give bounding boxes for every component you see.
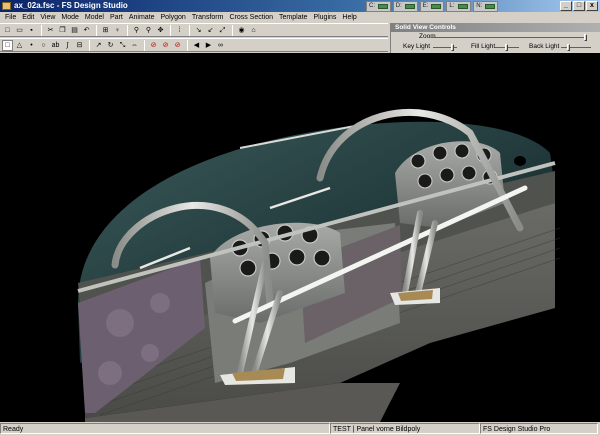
menu-file[interactable]: File [2,12,19,23]
menu-template[interactable]: Template [276,12,310,23]
home-icon[interactable]: ⌂ [248,25,259,36]
text-ab-icon[interactable]: ab [50,40,61,51]
status-edition: FS Design Studio Pro [480,423,598,434]
fuselage-render [77,108,561,422]
copy-icon[interactable]: ❐ [57,25,68,36]
solid-view-controls: Solid View Controls Zoom Key Light Fill … [390,23,600,53]
nose-opening [514,156,526,166]
back-light-label: Back Light [529,43,560,50]
menu-edit[interactable]: Edit [19,12,37,23]
menu-mode[interactable]: Mode [58,12,82,23]
point-icon[interactable]: • [26,40,37,51]
menu-polygon[interactable]: Polygon [158,12,189,23]
zoom-icon[interactable]: ⚲ [131,25,142,36]
zoom-fit-icon[interactable]: ⚲ [143,25,154,36]
status-ready: Ready [0,423,330,434]
binoculars-icon[interactable]: ∞ [215,40,226,51]
scale-icon[interactable]: ⤡ [117,40,128,51]
zoom-slider-thumb[interactable] [584,34,587,41]
title-bar[interactable]: ax_02a.fsc - FS Design Studio [0,0,600,12]
back-light-slider[interactable] [561,47,591,48]
drive-indicators: C: D: E: L: N: [366,1,498,12]
eye-icon[interactable]: ◉ [236,25,247,36]
solid-view-title: Solid View Controls [391,23,600,32]
mirror-icon[interactable]: ⇔ [129,40,140,51]
next-icon[interactable]: ▶ [203,40,214,51]
no-entry-2-icon[interactable]: ⊘ [160,40,171,51]
open-icon[interactable]: ▭ [14,25,25,36]
app-icon[interactable] [2,2,11,10]
menu-view[interactable]: View [37,12,58,23]
drive-d[interactable]: D: [392,1,418,12]
tex-rotate-icon[interactable]: ↘ [193,25,204,36]
menu-cross-section[interactable]: Cross Section [226,12,276,23]
solid-view-viewport[interactable] [0,53,600,422]
close-button[interactable]: x [586,1,598,11]
grid-icon[interactable]: ⊞ [100,25,111,36]
menu-bar: File Edit View Mode Model Part Animate P… [0,12,600,23]
tex-mirror-icon[interactable]: ↙ [205,25,216,36]
key-light-thumb[interactable] [451,44,454,51]
back-light-thumb[interactable] [567,44,570,51]
window-controls: _ □ x [560,1,598,11]
tex-flip-icon[interactable]: ⤢ [217,25,228,36]
menu-transform[interactable]: Transform [189,12,227,23]
cut-icon[interactable]: ✂ [45,25,56,36]
no-entry-1-icon[interactable]: ⊘ [148,40,159,51]
arrow-up-right-icon[interactable]: ↗ [93,40,104,51]
status-bar: Ready TEST | Panel vorne Bildpoly FS Des… [0,422,600,435]
points-icon[interactable]: ⁞ [174,25,185,36]
menu-model[interactable]: Model [82,12,107,23]
light-icon[interactable]: ♀ [112,25,123,36]
fill-light-label: Fill Light [471,43,496,50]
prev-icon[interactable]: ◀ [191,40,202,51]
menu-part[interactable]: Part [107,12,126,23]
new-icon[interactable]: □ [2,25,13,36]
menu-plugins[interactable]: Plugins [310,12,339,23]
key-light-label: Key Light [403,43,431,50]
save-icon[interactable]: ▪ [26,25,37,36]
undo-icon[interactable]: ↶ [81,25,92,36]
status-part: TEST | Panel vorne Bildpoly [330,423,480,434]
drive-c[interactable]: C: [366,1,391,12]
bezier-s-icon[interactable]: ∫ [62,40,73,51]
move-icon[interactable]: ✥ [155,25,166,36]
circle-icon[interactable]: ○ [38,40,49,51]
minimize-button[interactable]: _ [560,1,572,11]
drive-l[interactable]: L: [446,1,472,12]
drive-n[interactable]: N: [473,1,498,12]
draw-toolbar: □ △ • ○ ab ∫ ⊟ ↗ ↻ ⤡ ⇔ ⊘ ⊘ ⊘ ◀ ▶ ∞ [0,38,388,52]
maximize-button[interactable]: □ [573,1,585,11]
split-icon[interactable]: ⊟ [74,40,85,51]
fill-light-thumb[interactable] [505,44,508,51]
menu-animate[interactable]: Animate [126,12,158,23]
triangle-icon[interactable]: △ [14,40,25,51]
no-entry-3-icon[interactable]: ⊘ [172,40,183,51]
paste-icon[interactable]: ▤ [69,25,80,36]
rotate-icon[interactable]: ↻ [105,40,116,51]
drive-e[interactable]: E: [419,1,445,12]
main-toolbar: □ ▭ ▪ ✂ ❐ ▤ ↶ ⊞ ♀ ⚲ ⚲ ✥ ⁞ ↘ ↙ ⤢ ◉ ⌂ [0,23,388,37]
window-title: ax_02a.fsc - FS Design Studio [14,1,128,10]
menu-help[interactable]: Help [339,12,359,23]
rect-icon[interactable]: □ [2,39,13,51]
zoom-slider-track[interactable] [431,37,586,38]
